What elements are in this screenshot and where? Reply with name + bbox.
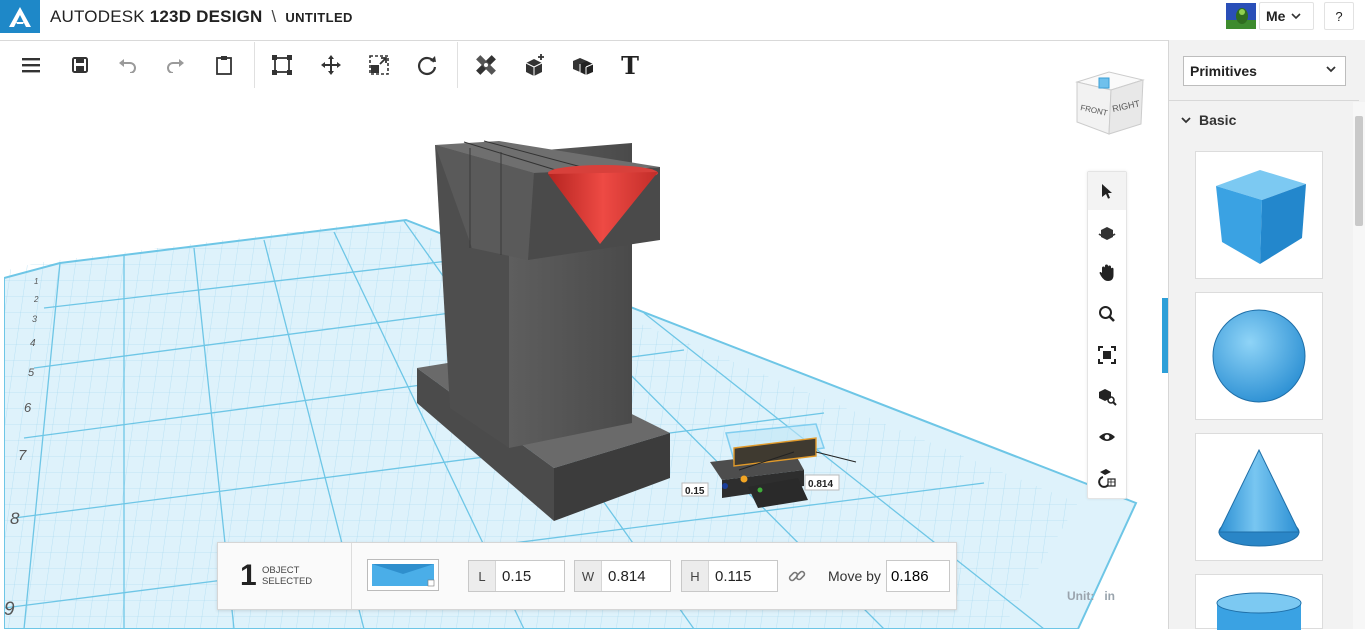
primitives-dropdown[interactable]: Primitives (1183, 56, 1346, 86)
select-icon[interactable] (1088, 172, 1126, 210)
zoom-selected-icon[interactable] (1095, 384, 1119, 408)
unit-value: in (1104, 589, 1116, 603)
grid-tick-label: 9 (4, 599, 15, 620)
grid-tick-label: 1 (34, 277, 38, 286)
width-input[interactable] (602, 561, 670, 591)
unit-readout[interactable]: Unit: in (1067, 589, 1115, 603)
cylinder-primitive[interactable] (1195, 574, 1323, 633)
rotate-icon[interactable] (412, 50, 442, 80)
pan-icon[interactable] (1095, 261, 1119, 285)
material-icon[interactable] (1095, 466, 1119, 490)
undo-icon[interactable] (112, 50, 142, 80)
panel-divider (1169, 100, 1359, 101)
height-label: H (682, 561, 709, 591)
selection-label-line1: OBJECT (262, 565, 300, 576)
unit-label: Unit: (1067, 589, 1095, 603)
clipboard-icon[interactable] (209, 50, 239, 80)
brand-product: 123D (149, 7, 192, 26)
link-icon[interactable] (788, 567, 806, 585)
snap-icon[interactable] (520, 50, 550, 80)
grid-tick-label: 7 (18, 447, 27, 464)
width-label: W (575, 561, 602, 591)
selection-divider (351, 543, 352, 609)
text-icon[interactable]: T (615, 50, 645, 80)
grid-tick-label: 4 (30, 338, 36, 349)
selection-panel: 1 OBJECT SELECTED L W H Move by (217, 542, 957, 610)
orbit-icon[interactable] (1095, 221, 1119, 245)
help-button[interactable]: ? (1324, 2, 1354, 30)
combine-icon[interactable] (568, 50, 598, 80)
selection-count: 1 (240, 559, 257, 592)
chevron-down-icon (1291, 13, 1302, 20)
scale-icon[interactable] (364, 50, 394, 80)
grid-tick-label: 2 (33, 295, 39, 304)
smart-scale-icon[interactable] (267, 50, 297, 80)
autodesk-logo-icon[interactable] (0, 0, 40, 33)
length-label: L (469, 561, 496, 591)
document-name[interactable]: UNTITLED (285, 10, 352, 25)
dimension-width-label[interactable]: 0.814 (808, 479, 833, 490)
user-avatar-icon[interactable] (1226, 3, 1256, 29)
basic-section-title: Basic (1199, 112, 1237, 128)
cone-primitive[interactable] (1195, 433, 1323, 561)
menu-icon[interactable] (16, 50, 46, 80)
selection-label-line2: SELECTED (262, 576, 313, 587)
grid-tick-label: 5 (28, 367, 35, 379)
length-input[interactable] (496, 561, 564, 591)
move-icon[interactable] (316, 50, 346, 80)
basic-section-header[interactable]: Basic (1181, 112, 1236, 128)
user-menu-button[interactable]: Me (1259, 2, 1314, 30)
grid-tick-label: 6 (24, 400, 32, 415)
move-by-input[interactable] (886, 560, 950, 592)
brand-prefix: AUTODESK (50, 7, 145, 26)
viewcube-icon[interactable]: FRONT RIGHT (1073, 68, 1147, 140)
main-toolbar: T (4, 42, 1017, 89)
measure-icon[interactable] (471, 50, 501, 80)
dimension-length-label[interactable]: 0.15 (685, 486, 705, 497)
height-input[interactable] (709, 561, 777, 591)
primitives-panel: Primitives Basic (1168, 40, 1365, 633)
sphere-primitive[interactable] (1195, 292, 1323, 420)
primitives-dropdown-value: Primitives (1190, 63, 1257, 79)
redo-icon[interactable] (161, 50, 191, 80)
toolbar-divider (254, 42, 255, 88)
panel-scrollbar-thumb[interactable] (1355, 116, 1363, 226)
title-bar: AUTODESK 123D DESIGN \ UNTITLED Me ? (0, 0, 1365, 41)
grid-tick-label: 8 (10, 509, 20, 528)
selection-label: OBJECT SELECTED (262, 565, 332, 587)
navigation-bar (1087, 171, 1127, 499)
move-by-label: Move by (828, 568, 881, 584)
grid-tick-label: 3 (32, 314, 37, 324)
width-field[interactable]: W (574, 560, 671, 592)
chevron-down-icon (1326, 66, 1336, 73)
brand-suffix: DESIGN (196, 7, 263, 26)
chevron-down-icon (1181, 117, 1191, 124)
length-field[interactable]: L (468, 560, 565, 592)
zoom-icon[interactable] (1095, 302, 1119, 326)
height-field[interactable]: H (681, 560, 778, 592)
material-swatch-button[interactable] (367, 559, 439, 591)
cube-primitive[interactable] (1195, 151, 1323, 279)
app-title: AUTODESK 123D DESIGN \ UNTITLED (50, 7, 353, 27)
save-icon[interactable] (65, 50, 95, 80)
fit-icon[interactable] (1095, 343, 1119, 367)
visibility-icon[interactable] (1095, 425, 1119, 449)
user-name-label: Me (1266, 8, 1286, 24)
panel-scrollbar[interactable] (1353, 102, 1365, 629)
title-separator: \ (271, 7, 277, 26)
toolbar-divider (457, 42, 458, 88)
